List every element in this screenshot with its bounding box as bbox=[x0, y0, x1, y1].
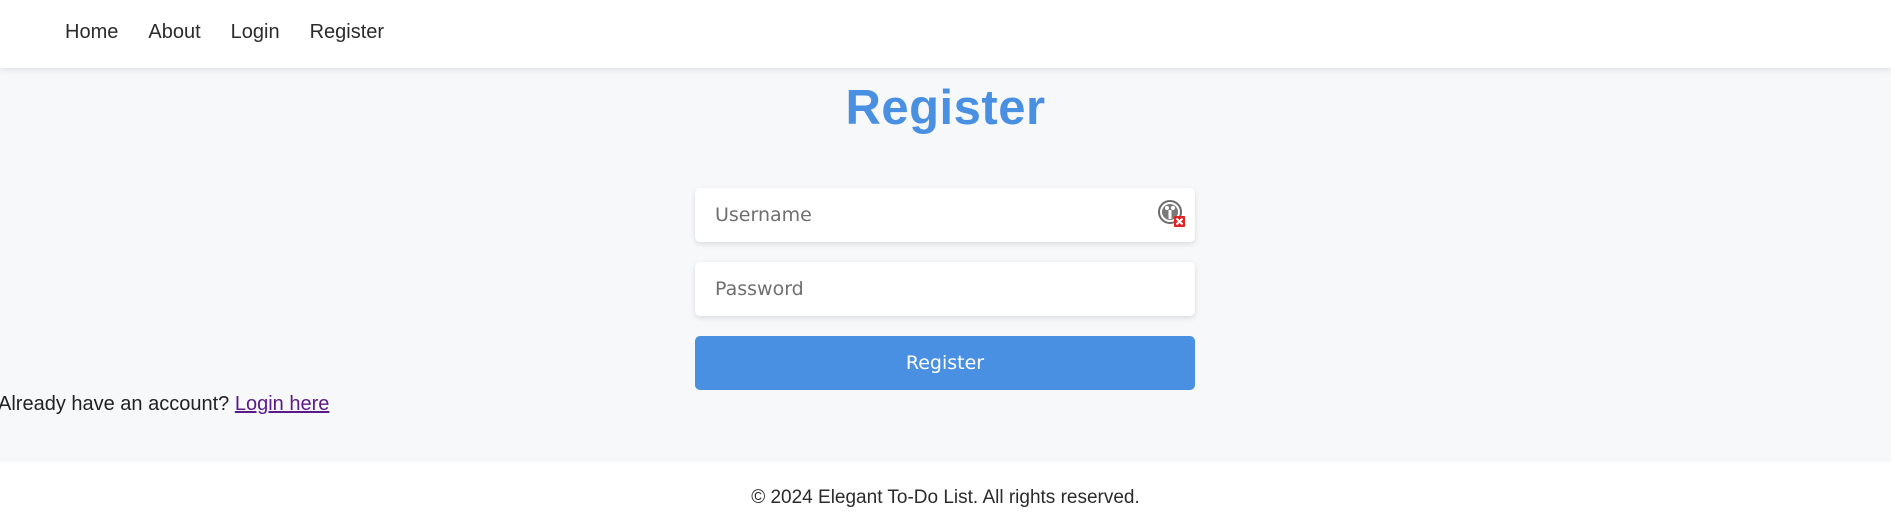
footer: © 2024 Elegant To-Do List. All rights re… bbox=[0, 462, 1891, 532]
page-title: Register bbox=[845, 81, 1046, 135]
username-input[interactable] bbox=[695, 188, 1195, 242]
nav-link-home[interactable]: Home bbox=[65, 21, 118, 44]
login-prompt: Already have an account? Login here bbox=[0, 393, 329, 416]
login-prompt-text: Already have an account? bbox=[0, 393, 235, 415]
nav-link-about[interactable]: About bbox=[148, 21, 200, 44]
password-manager-error-icon[interactable] bbox=[1157, 199, 1187, 229]
password-field-wrapper bbox=[695, 262, 1195, 316]
register-button[interactable]: Register bbox=[695, 336, 1195, 390]
username-field-wrapper bbox=[695, 188, 1195, 242]
nav-link-register[interactable]: Register bbox=[310, 21, 384, 44]
nav-link-login[interactable]: Login bbox=[231, 21, 280, 44]
nav-links: Home About Login Register bbox=[65, 0, 414, 64]
footer-copyright: © 2024 Elegant To-Do List. All rights re… bbox=[751, 487, 1140, 508]
register-form: Register bbox=[695, 188, 1195, 390]
login-here-link[interactable]: Login here bbox=[235, 393, 330, 415]
top-navbar: Home About Login Register bbox=[0, 0, 1891, 68]
password-input[interactable] bbox=[695, 262, 1195, 316]
